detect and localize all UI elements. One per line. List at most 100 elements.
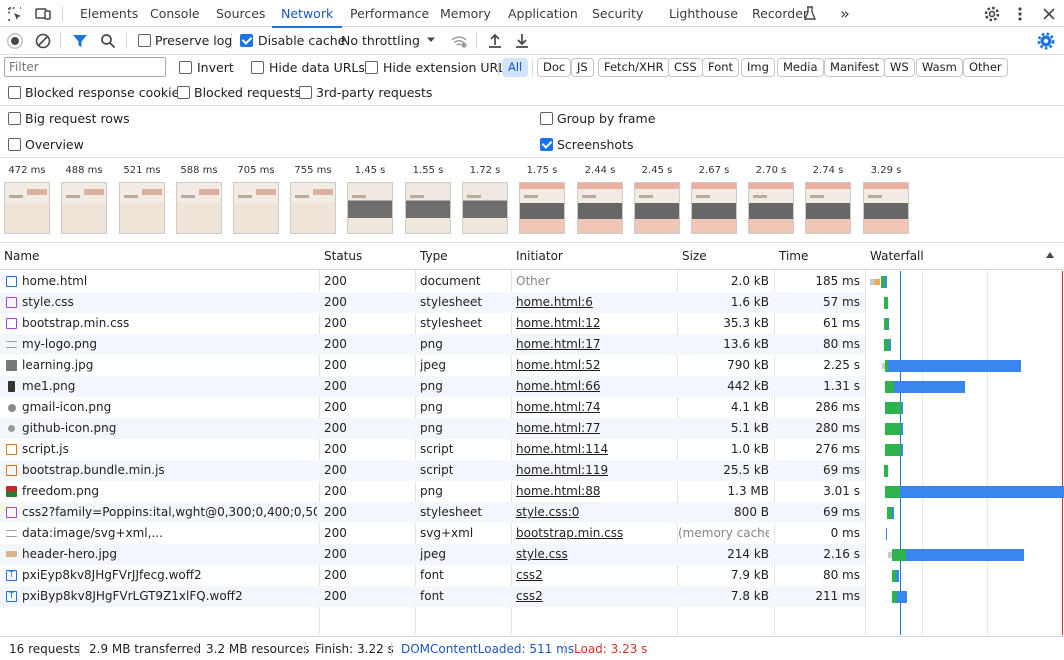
close-devtools-icon[interactable]: [1040, 5, 1058, 23]
tab-elements[interactable]: Elements: [80, 0, 138, 27]
tab-memory[interactable]: Memory: [440, 0, 491, 27]
type-filter-other[interactable]: Other: [963, 58, 1008, 77]
request-initiator-link[interactable]: home.html:114: [516, 439, 608, 460]
request-initiator-link[interactable]: home.html:74: [516, 397, 600, 418]
filmstrip-frame[interactable]: 2.74 s: [802, 158, 854, 234]
table-row[interactable]: header-hero.jpg 200 jpeg style.css 214 k…: [0, 544, 865, 565]
request-initiator-link[interactable]: home.html:88: [516, 481, 600, 502]
filmstrip-frame[interactable]: 705 ms: [230, 158, 282, 234]
tab-sources[interactable]: Sources: [216, 0, 265, 27]
blocked-requests-checkbox[interactable]: [177, 86, 190, 99]
filmstrip-frame[interactable]: 521 ms: [116, 158, 168, 234]
filmstrip-frame[interactable]: 1.45 s: [344, 158, 396, 234]
invert-checkbox[interactable]: [179, 61, 192, 74]
table-row[interactable]: style.css 200 stylesheet home.html:6 1.6…: [0, 292, 865, 313]
table-row[interactable]: bootstrap.bundle.min.js 200 script home.…: [0, 460, 865, 481]
more-tabs-button[interactable]: »: [840, 0, 850, 27]
hide-extension-urls-checkbox[interactable]: [365, 61, 378, 74]
request-initiator-link[interactable]: css2: [516, 586, 543, 607]
request-initiator-link[interactable]: home.html:119: [516, 460, 608, 481]
import-har-upload-icon[interactable]: [485, 31, 505, 51]
filmstrip-frame[interactable]: 2.67 s: [688, 158, 740, 234]
table-row[interactable]: github-icon.png 200 png home.html:77 5.1…: [0, 418, 865, 439]
network-conditions-wifi-icon[interactable]: [449, 31, 469, 51]
column-header-time[interactable]: Time: [775, 243, 808, 270]
type-filter-wasm[interactable]: Wasm: [916, 58, 963, 77]
table-row[interactable]: T pxiByp8kv8JHgFVrLGT9Z1xlFQ.woff2 200 f…: [0, 586, 865, 607]
filmstrip-frame[interactable]: 472 ms: [1, 158, 53, 234]
table-row[interactable]: bootstrap.min.css 200 stylesheet home.ht…: [0, 313, 865, 334]
filmstrip-frame[interactable]: 1.72 s: [459, 158, 511, 234]
tab-security[interactable]: Security: [592, 0, 643, 27]
table-row[interactable]: learning.jpg 200 jpeg home.html:52 790 k…: [0, 355, 865, 376]
filmstrip-frame[interactable]: 488 ms: [58, 158, 110, 234]
overview-checkbox[interactable]: [8, 138, 21, 151]
column-header-size[interactable]: Size: [678, 243, 707, 270]
sort-ascending-icon[interactable]: [1040, 243, 1056, 270]
more-options-kebab-icon[interactable]: [1011, 5, 1029, 23]
table-row[interactable]: gmail-icon.png 200 png home.html:74 4.1 …: [0, 397, 865, 418]
inspect-element-icon[interactable]: [6, 5, 24, 23]
clear-icon[interactable]: [33, 31, 53, 51]
request-initiator-link[interactable]: style.css:0: [516, 502, 579, 523]
type-filter-font[interactable]: Font: [702, 58, 740, 77]
table-row[interactable]: home.html 200 document Other 2.0 kB 185 …: [0, 271, 865, 292]
type-filter-fetch-xhr[interactable]: Fetch/XHR: [598, 58, 670, 77]
record-stop-icon[interactable]: [5, 31, 25, 51]
column-header-status[interactable]: Status: [320, 243, 362, 270]
type-filter-img[interactable]: Img: [741, 58, 775, 77]
request-initiator-link[interactable]: style.css: [516, 544, 568, 565]
export-har-download-icon[interactable]: [512, 31, 532, 51]
column-header-waterfall[interactable]: Waterfall: [866, 243, 924, 270]
third-party-checkbox[interactable]: [299, 86, 312, 99]
request-initiator-link[interactable]: css2: [516, 565, 543, 586]
tab-recorder[interactable]: Recorder: [752, 0, 808, 27]
type-filter-ws[interactable]: WS: [884, 58, 915, 77]
big-request-rows-checkbox[interactable]: [8, 112, 21, 125]
table-row[interactable]: css2?family=Poppins:ital,wght@0,300;0,40…: [0, 502, 865, 523]
tab-network[interactable]: Network: [271, 0, 343, 28]
table-row[interactable]: script.js 200 script home.html:114 1.0 k…: [0, 439, 865, 460]
screenshots-checkbox[interactable]: [540, 138, 553, 151]
waterfall-chart[interactable]: [866, 271, 1064, 635]
table-row[interactable]: me1.png 200 png home.html:66 442 kB 1.31…: [0, 376, 865, 397]
type-filter-css[interactable]: CSS: [668, 58, 703, 77]
filmstrip-frame[interactable]: 1.75 s: [516, 158, 568, 234]
type-filter-media[interactable]: Media: [777, 58, 824, 77]
filter-input[interactable]: [4, 57, 166, 77]
table-row[interactable]: T pxiEyp8kv8JHgFVrJJfecg.woff2 200 font …: [0, 565, 865, 586]
group-by-frame-checkbox[interactable]: [540, 112, 553, 125]
type-filter-doc[interactable]: Doc: [537, 58, 572, 77]
type-filter-manifest[interactable]: Manifest: [824, 58, 886, 77]
request-initiator-link[interactable]: home.html:6: [516, 292, 593, 313]
filter-funnel-icon[interactable]: [70, 31, 90, 51]
tab-application[interactable]: Application: [508, 0, 578, 27]
column-header-type[interactable]: Type: [416, 243, 448, 270]
device-toolbar-icon[interactable]: [34, 5, 52, 23]
hide-data-urls-checkbox[interactable]: [251, 61, 264, 74]
filmstrip-frame[interactable]: 2.45 s: [631, 158, 683, 234]
request-initiator-link[interactable]: home.html:52: [516, 355, 600, 376]
filmstrip-frame[interactable]: 2.70 s: [745, 158, 797, 234]
column-header-name[interactable]: Name: [0, 243, 39, 270]
column-header-initiator[interactable]: Initiator: [512, 243, 563, 270]
table-row[interactable]: data:image/svg+xml,... 200 svg+xml boots…: [0, 523, 865, 544]
filmstrip-frame[interactable]: 1.55 s: [402, 158, 454, 234]
tab-performance[interactable]: Performance: [350, 0, 429, 27]
request-initiator-link[interactable]: home.html:66: [516, 376, 600, 397]
dropdown-triangle-icon[interactable]: [424, 33, 444, 53]
request-initiator-link[interactable]: home.html:12: [516, 313, 600, 334]
disable-cache-checkbox[interactable]: [240, 34, 253, 47]
filmstrip-frame[interactable]: 3.29 s: [860, 158, 912, 234]
network-settings-gear-icon[interactable]: [1036, 31, 1056, 51]
search-icon[interactable]: [98, 31, 118, 51]
settings-gear-icon[interactable]: [983, 5, 1001, 23]
filmstrip-frame[interactable]: 755 ms: [287, 158, 339, 234]
tab-console[interactable]: Console: [150, 0, 200, 27]
request-initiator-link[interactable]: home.html:17: [516, 334, 600, 355]
blocked-cookies-checkbox[interactable]: [8, 86, 21, 99]
type-filter-js[interactable]: JS: [571, 58, 594, 77]
type-filter-all[interactable]: All: [502, 58, 529, 77]
table-row[interactable]: freedom.png 200 png home.html:88 1.3 MB …: [0, 481, 865, 502]
throttling-select[interactable]: No throttling: [341, 33, 420, 48]
